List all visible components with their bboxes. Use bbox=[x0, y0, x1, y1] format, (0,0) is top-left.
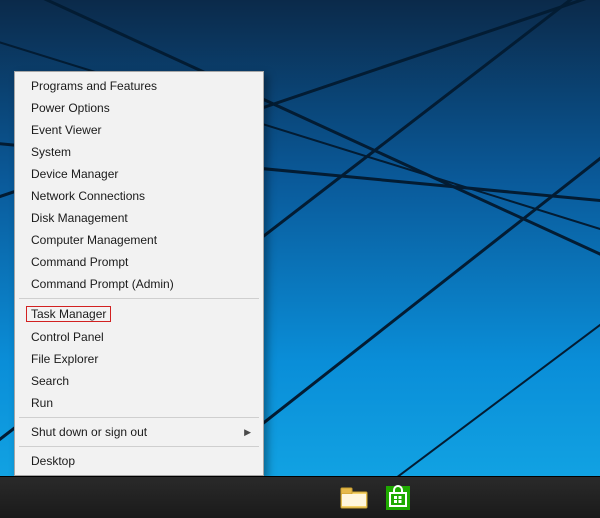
menu-item-label: Computer Management bbox=[31, 233, 157, 247]
folder-icon bbox=[340, 487, 368, 509]
menu-item-label: Command Prompt (Admin) bbox=[31, 277, 174, 291]
menu-item-shut-down-sign-out[interactable]: Shut down or sign out ▶ bbox=[17, 421, 261, 443]
menu-separator bbox=[19, 446, 259, 447]
menu-item-label: Desktop bbox=[31, 454, 75, 468]
menu-item-task-manager[interactable]: Task Manager bbox=[17, 302, 261, 326]
menu-item-label: Disk Management bbox=[31, 211, 128, 225]
menu-item-label: Device Manager bbox=[31, 167, 118, 181]
menu-item-label: Run bbox=[31, 396, 53, 410]
chevron-right-icon: ▶ bbox=[244, 425, 251, 439]
menu-item-disk-management[interactable]: Disk Management bbox=[17, 207, 261, 229]
menu-item-system[interactable]: System bbox=[17, 141, 261, 163]
taskbar-file-explorer[interactable] bbox=[336, 484, 372, 512]
winx-context-menu[interactable]: Programs and Features Power Options Event … bbox=[14, 71, 264, 476]
menu-item-label: System bbox=[31, 145, 71, 159]
store-icon bbox=[385, 485, 411, 511]
taskbar[interactable] bbox=[0, 476, 600, 518]
menu-item-label: Shut down or sign out bbox=[31, 425, 147, 439]
menu-item-control-panel[interactable]: Control Panel bbox=[17, 326, 261, 348]
menu-item-label: Network Connections bbox=[31, 189, 145, 203]
menu-separator bbox=[19, 298, 259, 299]
menu-item-command-prompt-admin[interactable]: Command Prompt (Admin) bbox=[17, 273, 261, 295]
menu-item-label: Event Viewer bbox=[31, 123, 101, 137]
menu-item-label: Power Options bbox=[31, 101, 110, 115]
menu-item-label: Search bbox=[31, 374, 69, 388]
menu-item-label: Control Panel bbox=[31, 330, 104, 344]
menu-item-network-connections[interactable]: Network Connections bbox=[17, 185, 261, 207]
menu-item-run[interactable]: Run bbox=[17, 392, 261, 414]
menu-item-command-prompt[interactable]: Command Prompt bbox=[17, 251, 261, 273]
menu-item-computer-management[interactable]: Computer Management bbox=[17, 229, 261, 251]
menu-item-power-options[interactable]: Power Options bbox=[17, 97, 261, 119]
menu-item-device-manager[interactable]: Device Manager bbox=[17, 163, 261, 185]
taskbar-store[interactable] bbox=[380, 484, 416, 512]
menu-item-label: File Explorer bbox=[31, 352, 98, 366]
menu-item-label: Programs and Features bbox=[31, 79, 157, 93]
menu-separator bbox=[19, 417, 259, 418]
menu-item-programs-features[interactable]: Programs and Features bbox=[17, 75, 261, 97]
menu-item-label: Command Prompt bbox=[31, 255, 128, 269]
menu-item-file-explorer[interactable]: File Explorer bbox=[17, 348, 261, 370]
menu-item-event-viewer[interactable]: Event Viewer bbox=[17, 119, 261, 141]
menu-item-search[interactable]: Search bbox=[17, 370, 261, 392]
menu-item-desktop[interactable]: Desktop bbox=[17, 450, 261, 472]
menu-item-label: Task Manager bbox=[31, 307, 106, 321]
